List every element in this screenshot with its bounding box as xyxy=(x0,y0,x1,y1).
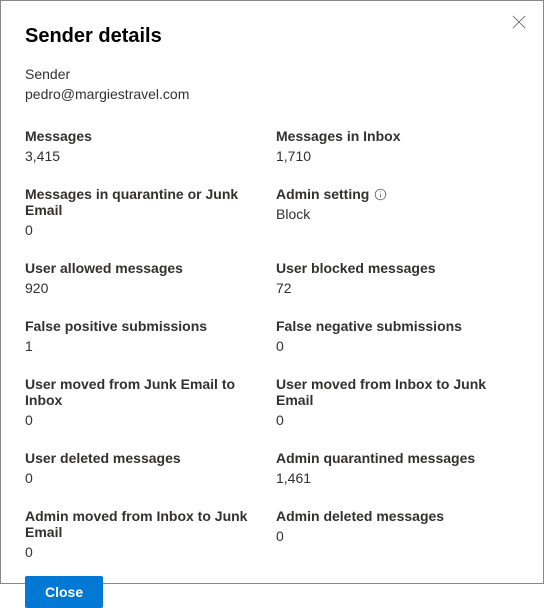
metric-value: 0 xyxy=(276,528,519,544)
sender-value: pedro@margiestravel.com xyxy=(25,86,519,102)
metric-admin-setting: Admin setting Block xyxy=(276,186,519,238)
metric-value: Block xyxy=(276,206,519,222)
metric-false-positive: False positive submissions 1 xyxy=(25,318,268,354)
metric-value: 72 xyxy=(276,280,519,296)
metric-label: User allowed messages xyxy=(25,260,268,276)
metric-messages-quarantine-junk: Messages in quarantine or Junk Email 0 xyxy=(25,186,268,238)
footer: Close xyxy=(25,576,519,608)
metric-value: 1,710 xyxy=(276,148,519,164)
metric-label: Admin quarantined messages xyxy=(276,450,519,466)
metric-label: Admin moved from Inbox to Junk Email xyxy=(25,508,268,540)
metric-messages: Messages 3,415 xyxy=(25,128,268,164)
close-icon xyxy=(512,15,526,32)
page-title: Sender details xyxy=(25,25,519,48)
metric-label: Messages in Inbox xyxy=(276,128,519,144)
metric-label: User deleted messages xyxy=(25,450,268,466)
metric-value: 0 xyxy=(25,544,268,560)
metric-value: 1,461 xyxy=(276,470,519,486)
info-icon[interactable] xyxy=(373,187,387,201)
metric-admin-quarantined: Admin quarantined messages 1,461 xyxy=(276,450,519,486)
metric-user-allowed: User allowed messages 920 xyxy=(25,260,268,296)
metric-user-moved-inbox-to-junk: User moved from Inbox to Junk Email 0 xyxy=(276,376,519,428)
metric-value: 1 xyxy=(25,338,268,354)
metric-user-deleted: User deleted messages 0 xyxy=(25,450,268,486)
metric-admin-deleted: Admin deleted messages 0 xyxy=(276,508,519,560)
metric-messages-in-inbox: Messages in Inbox 1,710 xyxy=(276,128,519,164)
metric-value: 0 xyxy=(276,412,519,428)
close-icon-button[interactable] xyxy=(509,13,529,33)
sender-details-panel: Sender details Sender pedro@margiestrave… xyxy=(1,1,543,583)
metric-user-blocked: User blocked messages 72 xyxy=(276,260,519,296)
metrics-grid: Messages 3,415 Messages in Inbox 1,710 M… xyxy=(25,128,519,560)
metric-value: 0 xyxy=(25,412,268,428)
sender-label: Sender xyxy=(25,66,519,82)
metric-value: 0 xyxy=(25,222,268,238)
metric-label: Admin setting xyxy=(276,186,519,202)
sender-block: Sender pedro@margiestravel.com xyxy=(25,66,519,102)
metric-value: 3,415 xyxy=(25,148,268,164)
metric-label: Messages xyxy=(25,128,268,144)
metric-label: False positive submissions xyxy=(25,318,268,334)
metric-label: User moved from Inbox to Junk Email xyxy=(276,376,519,408)
metric-label: User moved from Junk Email to Inbox xyxy=(25,376,268,408)
close-button[interactable]: Close xyxy=(25,576,103,608)
metric-label: False negative submissions xyxy=(276,318,519,334)
metric-value: 0 xyxy=(276,338,519,354)
metric-false-negative: False negative submissions 0 xyxy=(276,318,519,354)
metric-value: 0 xyxy=(25,470,268,486)
metric-label: Messages in quarantine or Junk Email xyxy=(25,186,268,218)
metric-label-text: Admin setting xyxy=(276,186,369,202)
metric-value: 920 xyxy=(25,280,268,296)
metric-label: Admin deleted messages xyxy=(276,508,519,524)
metric-user-moved-junk-to-inbox: User moved from Junk Email to Inbox 0 xyxy=(25,376,268,428)
metric-admin-moved-inbox-to-junk: Admin moved from Inbox to Junk Email 0 xyxy=(25,508,268,560)
metric-label: User blocked messages xyxy=(276,260,519,276)
